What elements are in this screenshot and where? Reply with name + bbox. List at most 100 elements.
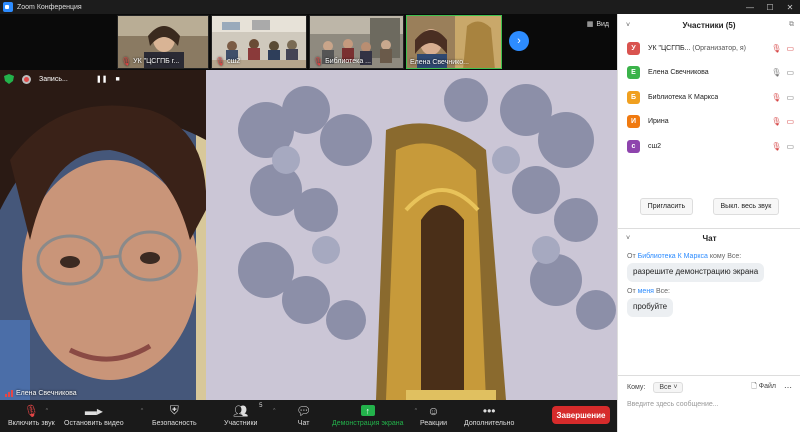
unmute-button[interactable]: 🎙︎ ˆ Включить звук bbox=[8, 403, 55, 428]
avatar: Б bbox=[627, 90, 640, 104]
grid-view-icon: ▦ bbox=[586, 21, 594, 28]
participants-list: У УК "ЦСГПБ... (Организатор, я) 🎙︎ ▭ Е Ел… bbox=[618, 36, 800, 159]
participant-row[interactable]: с сш2 🎙︎ ▭ bbox=[618, 134, 800, 159]
signal-bars-icon bbox=[5, 390, 13, 397]
chat-message: От Библиотека К Маркса кому Все: разреши… bbox=[618, 253, 800, 282]
shield-icon: ⛨ bbox=[169, 403, 179, 417]
thumbnail-name: 🎙︎ Библиотека ... bbox=[313, 57, 371, 66]
zoom-logo-icon bbox=[3, 2, 13, 12]
title-bar: Zoom Конференция — ☐ ✕ bbox=[0, 0, 800, 14]
to-label: Кому: bbox=[627, 384, 646, 391]
chevron-up-icon[interactable]: ˆ bbox=[141, 409, 143, 416]
participant-row[interactable]: У УК "ЦСГПБ... (Организатор, я) 🎙︎ ▭ bbox=[618, 36, 800, 61]
chat-compose: Кому: Все ˅ 🗋 Файл ⋯ Введите здесь сообщ… bbox=[618, 375, 800, 408]
view-button[interactable]: ▦ Вид bbox=[586, 20, 609, 29]
meeting-toolbar: 🎙︎ ˆ Включить звук ▬▸ ˆ Остановить видео ⛨… bbox=[0, 400, 617, 432]
thumbnail-name: 🎙︎ сш2 bbox=[215, 57, 241, 66]
more-button[interactable]: ••• Дополнительно bbox=[464, 403, 514, 428]
thumbnail-video[interactable]: 🎙︎ УК "ЦСГПБ г... bbox=[117, 15, 209, 69]
window-controls: — ☐ ✕ bbox=[740, 3, 800, 12]
mic-muted-icon[interactable]: 🎙︎ bbox=[771, 44, 781, 53]
participant-name: Ирина bbox=[648, 118, 669, 126]
invite-button[interactable]: Пригласить bbox=[639, 198, 694, 215]
security-button[interactable]: ⛨ Безопасность bbox=[152, 403, 197, 427]
mic-icon[interactable]: 🎙︎ bbox=[771, 68, 781, 77]
participants-icon: 👥︎ bbox=[233, 403, 249, 418]
participants-title: Участники (5) bbox=[682, 20, 736, 30]
close-icon[interactable]: ✕ bbox=[780, 3, 800, 12]
participant-row[interactable]: Е Елена Свечникова 🎙︎ ▭ bbox=[618, 61, 800, 86]
participants-button[interactable]: 👥︎ 5 ˆ Участники bbox=[224, 403, 275, 427]
thumbnail-video[interactable]: 🎙︎ сш2 bbox=[211, 15, 307, 69]
participant-row[interactable]: И Ирина 🎙︎ ▭ bbox=[618, 110, 800, 135]
participants-actions: Пригласить Выкл. весь звук bbox=[618, 198, 800, 215]
chat-header: ˅ Чат bbox=[618, 229, 800, 247]
participant-name: сш2 bbox=[648, 142, 662, 150]
recipient-select[interactable]: Все ˅ bbox=[653, 382, 684, 393]
video-area: 🎙︎ УК "ЦСГПБ г... 🎙︎ сш2 🎙︎ Библиотека .… bbox=[0, 14, 617, 400]
chat-icon: 💬︎ bbox=[296, 403, 312, 418]
thumbnail-strip: 🎙︎ УК "ЦСГПБ г... 🎙︎ сш2 🎙︎ Библиотека .… bbox=[0, 14, 617, 70]
mic-muted-icon[interactable]: 🎙︎ bbox=[771, 142, 781, 151]
thumbnail-video[interactable]: 🎙︎ Библиотека ... bbox=[309, 15, 404, 69]
avatar: И bbox=[627, 115, 640, 129]
participant-name: УК "ЦСГПБ... bbox=[648, 44, 691, 52]
mic-muted-icon[interactable]: 🎙︎ bbox=[771, 93, 781, 102]
next-page-button[interactable]: › bbox=[509, 31, 529, 51]
chevron-down-icon[interactable]: ˅ bbox=[626, 235, 630, 242]
smiley-plus-icon: ☺ bbox=[427, 403, 440, 418]
avatar: У bbox=[627, 41, 640, 55]
chevron-up-icon[interactable]: ˆ bbox=[415, 409, 417, 416]
participant-name: Елена Свечникова bbox=[648, 69, 709, 77]
stop-video-button[interactable]: ▬▸ ˆ Остановить видео bbox=[64, 403, 143, 428]
popout-icon[interactable]: ⧉ bbox=[789, 21, 794, 29]
stop-recording-icon[interactable]: ■ bbox=[116, 76, 120, 83]
avatar: Е bbox=[627, 66, 640, 80]
thumbnail-video-active[interactable]: Елена Свечнико... bbox=[406, 15, 502, 69]
video-icon: ▭ bbox=[786, 92, 794, 102]
chat-button[interactable]: 💬︎ Чат bbox=[296, 403, 312, 428]
mic-off-icon: 🎙︎ bbox=[215, 57, 226, 66]
participant-role: (Организатор, я) bbox=[692, 44, 747, 52]
more-dots-icon: ••• bbox=[482, 403, 496, 418]
share-screen-button[interactable]: ↑ ˆ Демонстрация экрана bbox=[332, 403, 417, 427]
participants-count: 5 bbox=[259, 403, 263, 409]
speaker-video: Запись... ❚❚ ■ Елена Свечникова bbox=[0, 70, 206, 400]
more-dots-icon[interactable]: ⋯ bbox=[784, 383, 792, 392]
window-title: Zoom Конференция bbox=[17, 3, 82, 11]
screen-share-view bbox=[206, 70, 617, 400]
chat-message-text: пробуйте bbox=[627, 297, 674, 317]
chevron-down-icon: ˅ bbox=[673, 384, 678, 391]
speaker-name: Елена Свечникова bbox=[5, 390, 77, 397]
share-screen-icon: ↑ bbox=[360, 405, 375, 416]
mute-all-button[interactable]: Выкл. весь звук bbox=[712, 198, 780, 215]
shared-screen-image bbox=[206, 70, 617, 400]
maximize-icon[interactable]: ☐ bbox=[760, 3, 780, 12]
minimize-icon[interactable]: — bbox=[740, 3, 760, 12]
chat-title: Чат bbox=[702, 233, 717, 243]
video-off-icon: ▭ bbox=[786, 117, 794, 127]
chat-input[interactable]: Введите здесь сообщение... bbox=[627, 401, 792, 408]
chevron-down-icon[interactable]: ˅ bbox=[626, 22, 630, 29]
reactions-button[interactable]: ☺ Реакции bbox=[420, 403, 447, 428]
chevron-up-icon[interactable]: ˆ bbox=[46, 409, 48, 416]
file-icon: 🗋 bbox=[751, 383, 757, 390]
participants-header: ˅ Участники (5) ⧉ bbox=[618, 14, 800, 36]
chat-message: От меня Все: пробуйте bbox=[618, 288, 800, 317]
side-panel: ˅ Участники (5) ⧉ У УК "ЦСГПБ... (Органи… bbox=[617, 14, 800, 432]
end-meeting-button[interactable]: Завершение bbox=[552, 406, 610, 424]
mic-off-icon: 🎙︎ bbox=[313, 57, 324, 66]
chevron-right-icon: › bbox=[517, 35, 521, 47]
pause-recording-icon[interactable]: ❚❚ bbox=[96, 75, 108, 83]
participant-row[interactable]: Б Библиотека К Маркса 🎙︎ ▭ bbox=[618, 85, 800, 110]
chat-message-meta: От меня Все: bbox=[627, 287, 670, 295]
mic-off-icon: 🎙︎ bbox=[121, 57, 132, 66]
mic-muted-icon[interactable]: 🎙︎ bbox=[771, 117, 781, 126]
video-off-icon: ▭ bbox=[786, 43, 794, 53]
chat-message-meta: От Библиотека К Маркса кому Все: bbox=[627, 253, 742, 260]
file-button[interactable]: 🗋 Файл bbox=[751, 382, 776, 393]
chat-panel: ˅ Чат От Библиотека К Маркса кому Все: р… bbox=[618, 228, 800, 432]
video-camera-icon: ▬▸ bbox=[84, 403, 103, 418]
chat-message-text: разрешите демонстрацию экрана bbox=[627, 263, 765, 282]
chevron-up-icon[interactable]: ˆ bbox=[273, 409, 275, 416]
